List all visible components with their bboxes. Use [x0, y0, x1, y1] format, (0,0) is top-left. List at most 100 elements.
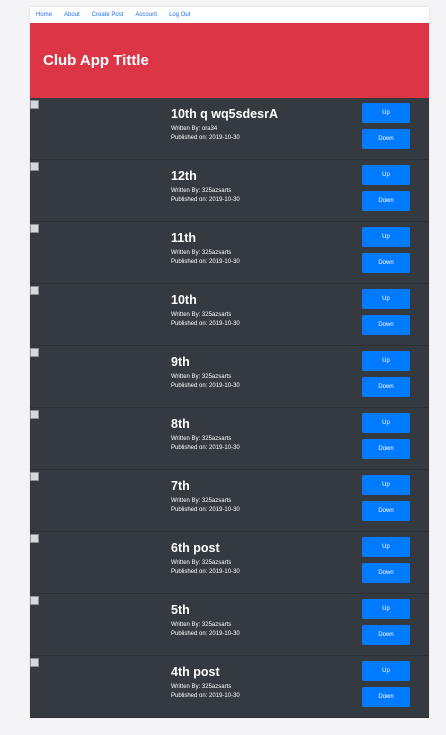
upvote-button[interactable]: Up	[362, 227, 410, 247]
post-author: ora34	[201, 126, 218, 132]
upvote-button[interactable]: Up	[362, 475, 410, 495]
post-date: 2019-10-30	[209, 197, 240, 203]
broken-image-icon	[30, 348, 39, 357]
written-by-label: Written By:	[171, 126, 201, 132]
post-title: 6th post	[171, 541, 220, 555]
broken-image-icon	[30, 100, 39, 109]
written-by-label: Written By:	[171, 188, 201, 194]
downvote-button[interactable]: Down	[362, 563, 410, 583]
nav-logout-link[interactable]: Log Out	[169, 12, 190, 18]
post-date-line: Published on: 2019-10-30	[171, 630, 240, 639]
post-item: 4th post Written By: 325azsarts Published …	[30, 656, 429, 718]
broken-image-icon	[30, 410, 39, 419]
written-by-label: Written By:	[171, 250, 201, 256]
post-meta: Written By: 325azsarts Published on: 2019…	[171, 497, 240, 515]
downvote-button[interactable]: Down	[362, 501, 410, 521]
post-meta: Written By: 325azsarts Published on: 2019…	[171, 435, 240, 453]
upvote-button[interactable]: Up	[362, 537, 410, 557]
downvote-button[interactable]: Down	[362, 253, 410, 273]
app-title: Club App Tittle	[43, 52, 149, 69]
downvote-button[interactable]: Down	[362, 191, 410, 211]
post-author: 325azsarts	[201, 374, 232, 380]
downvote-button[interactable]: Down	[362, 377, 410, 397]
broken-image-icon	[30, 472, 39, 481]
post-date-line: Published on: 2019-10-30	[171, 444, 240, 453]
post-author: 325azsarts	[201, 312, 232, 318]
post-title: 10th	[171, 293, 197, 307]
post-date: 2019-10-30	[209, 631, 240, 637]
post-date: 2019-10-30	[209, 693, 240, 699]
post-meta: Written By: 325azsarts Published on: 2019…	[171, 187, 240, 205]
downvote-button[interactable]: Down	[362, 315, 410, 335]
published-on-label: Published on:	[171, 569, 208, 575]
nav-create-post-link[interactable]: Create Post	[92, 12, 124, 18]
post-author: 325azsarts	[201, 498, 232, 504]
upvote-button[interactable]: Up	[362, 351, 410, 371]
post-meta: Written By: ora34 Published on: 2019-10-3…	[171, 125, 240, 143]
broken-image-icon	[30, 596, 39, 605]
post-item: 10th Written By: 325azsarts Published on: …	[30, 284, 429, 346]
post-item: 12th Written By: 325azsarts Published on: …	[30, 160, 429, 222]
published-on-label: Published on:	[171, 321, 208, 327]
published-on-label: Published on:	[171, 197, 208, 203]
downvote-button[interactable]: Down	[362, 439, 410, 459]
post-item: 9th Written By: 325azsarts Published on: 2…	[30, 346, 429, 408]
post-title: 9th	[171, 355, 190, 369]
nav-account-link[interactable]: Account	[135, 12, 157, 18]
post-date-line: Published on: 2019-10-30	[171, 382, 240, 391]
upvote-button[interactable]: Up	[362, 165, 410, 185]
post-list: 10th q wq5sdesrA Written By: ora34 Publish…	[30, 98, 429, 718]
broken-image-icon	[30, 534, 39, 543]
broken-image-icon	[30, 658, 39, 667]
post-meta: Written By: 325azsarts Published on: 2019…	[171, 249, 240, 267]
published-on-label: Published on:	[171, 259, 208, 265]
post-author-line: Written By: 325azsarts	[171, 311, 240, 320]
post-date: 2019-10-30	[209, 507, 240, 513]
post-title: 11th	[171, 231, 197, 245]
post-date-line: Published on: 2019-10-30	[171, 320, 240, 329]
written-by-label: Written By:	[171, 622, 201, 628]
published-on-label: Published on:	[171, 631, 208, 637]
written-by-label: Written By:	[171, 374, 201, 380]
broken-image-icon	[30, 224, 39, 233]
app-frame: Home About Create Post Account Log Out C…	[30, 7, 429, 718]
downvote-button[interactable]: Down	[362, 625, 410, 645]
upvote-button[interactable]: Up	[362, 661, 410, 681]
post-meta: Written By: 325azsarts Published on: 2019…	[171, 311, 240, 329]
post-date-line: Published on: 2019-10-30	[171, 506, 240, 515]
published-on-label: Published on:	[171, 135, 208, 141]
post-meta: Written By: 325azsarts Published on: 2019…	[171, 559, 240, 577]
nav-home-link[interactable]: Home	[36, 12, 52, 18]
written-by-label: Written By:	[171, 560, 201, 566]
post-item: 6th post Written By: 325azsarts Published …	[30, 532, 429, 594]
post-title: 4th post	[171, 665, 220, 679]
post-author: 325azsarts	[201, 560, 232, 566]
published-on-label: Published on:	[171, 507, 208, 513]
post-item: 8th Written By: 325azsarts Published on: 2…	[30, 408, 429, 470]
post-author: 325azsarts	[201, 188, 232, 194]
nav-about-link[interactable]: About	[64, 12, 80, 18]
post-date-line: Published on: 2019-10-30	[171, 258, 240, 267]
post-title: 12th	[171, 169, 197, 183]
written-by-label: Written By:	[171, 684, 201, 690]
post-date: 2019-10-30	[209, 135, 240, 141]
post-author-line: Written By: 325azsarts	[171, 621, 240, 630]
upvote-button[interactable]: Up	[362, 413, 410, 433]
downvote-button[interactable]: Down	[362, 687, 410, 707]
post-meta: Written By: 325azsarts Published on: 2019…	[171, 683, 240, 701]
post-author-line: Written By: 325azsarts	[171, 373, 240, 382]
broken-image-icon	[30, 286, 39, 295]
downvote-button[interactable]: Down	[362, 129, 410, 149]
post-title: 8th	[171, 417, 190, 431]
post-author-line: Written By: 325azsarts	[171, 559, 240, 568]
post-item: 5th Written By: 325azsarts Published on: 2…	[30, 594, 429, 656]
post-date: 2019-10-30	[209, 569, 240, 575]
post-author-line: Written By: 325azsarts	[171, 249, 240, 258]
published-on-label: Published on:	[171, 693, 208, 699]
upvote-button[interactable]: Up	[362, 599, 410, 619]
post-author-line: Written By: 325azsarts	[171, 435, 240, 444]
published-on-label: Published on:	[171, 383, 208, 389]
upvote-button[interactable]: Up	[362, 289, 410, 309]
upvote-button[interactable]: Up	[362, 103, 410, 123]
post-date: 2019-10-30	[209, 383, 240, 389]
